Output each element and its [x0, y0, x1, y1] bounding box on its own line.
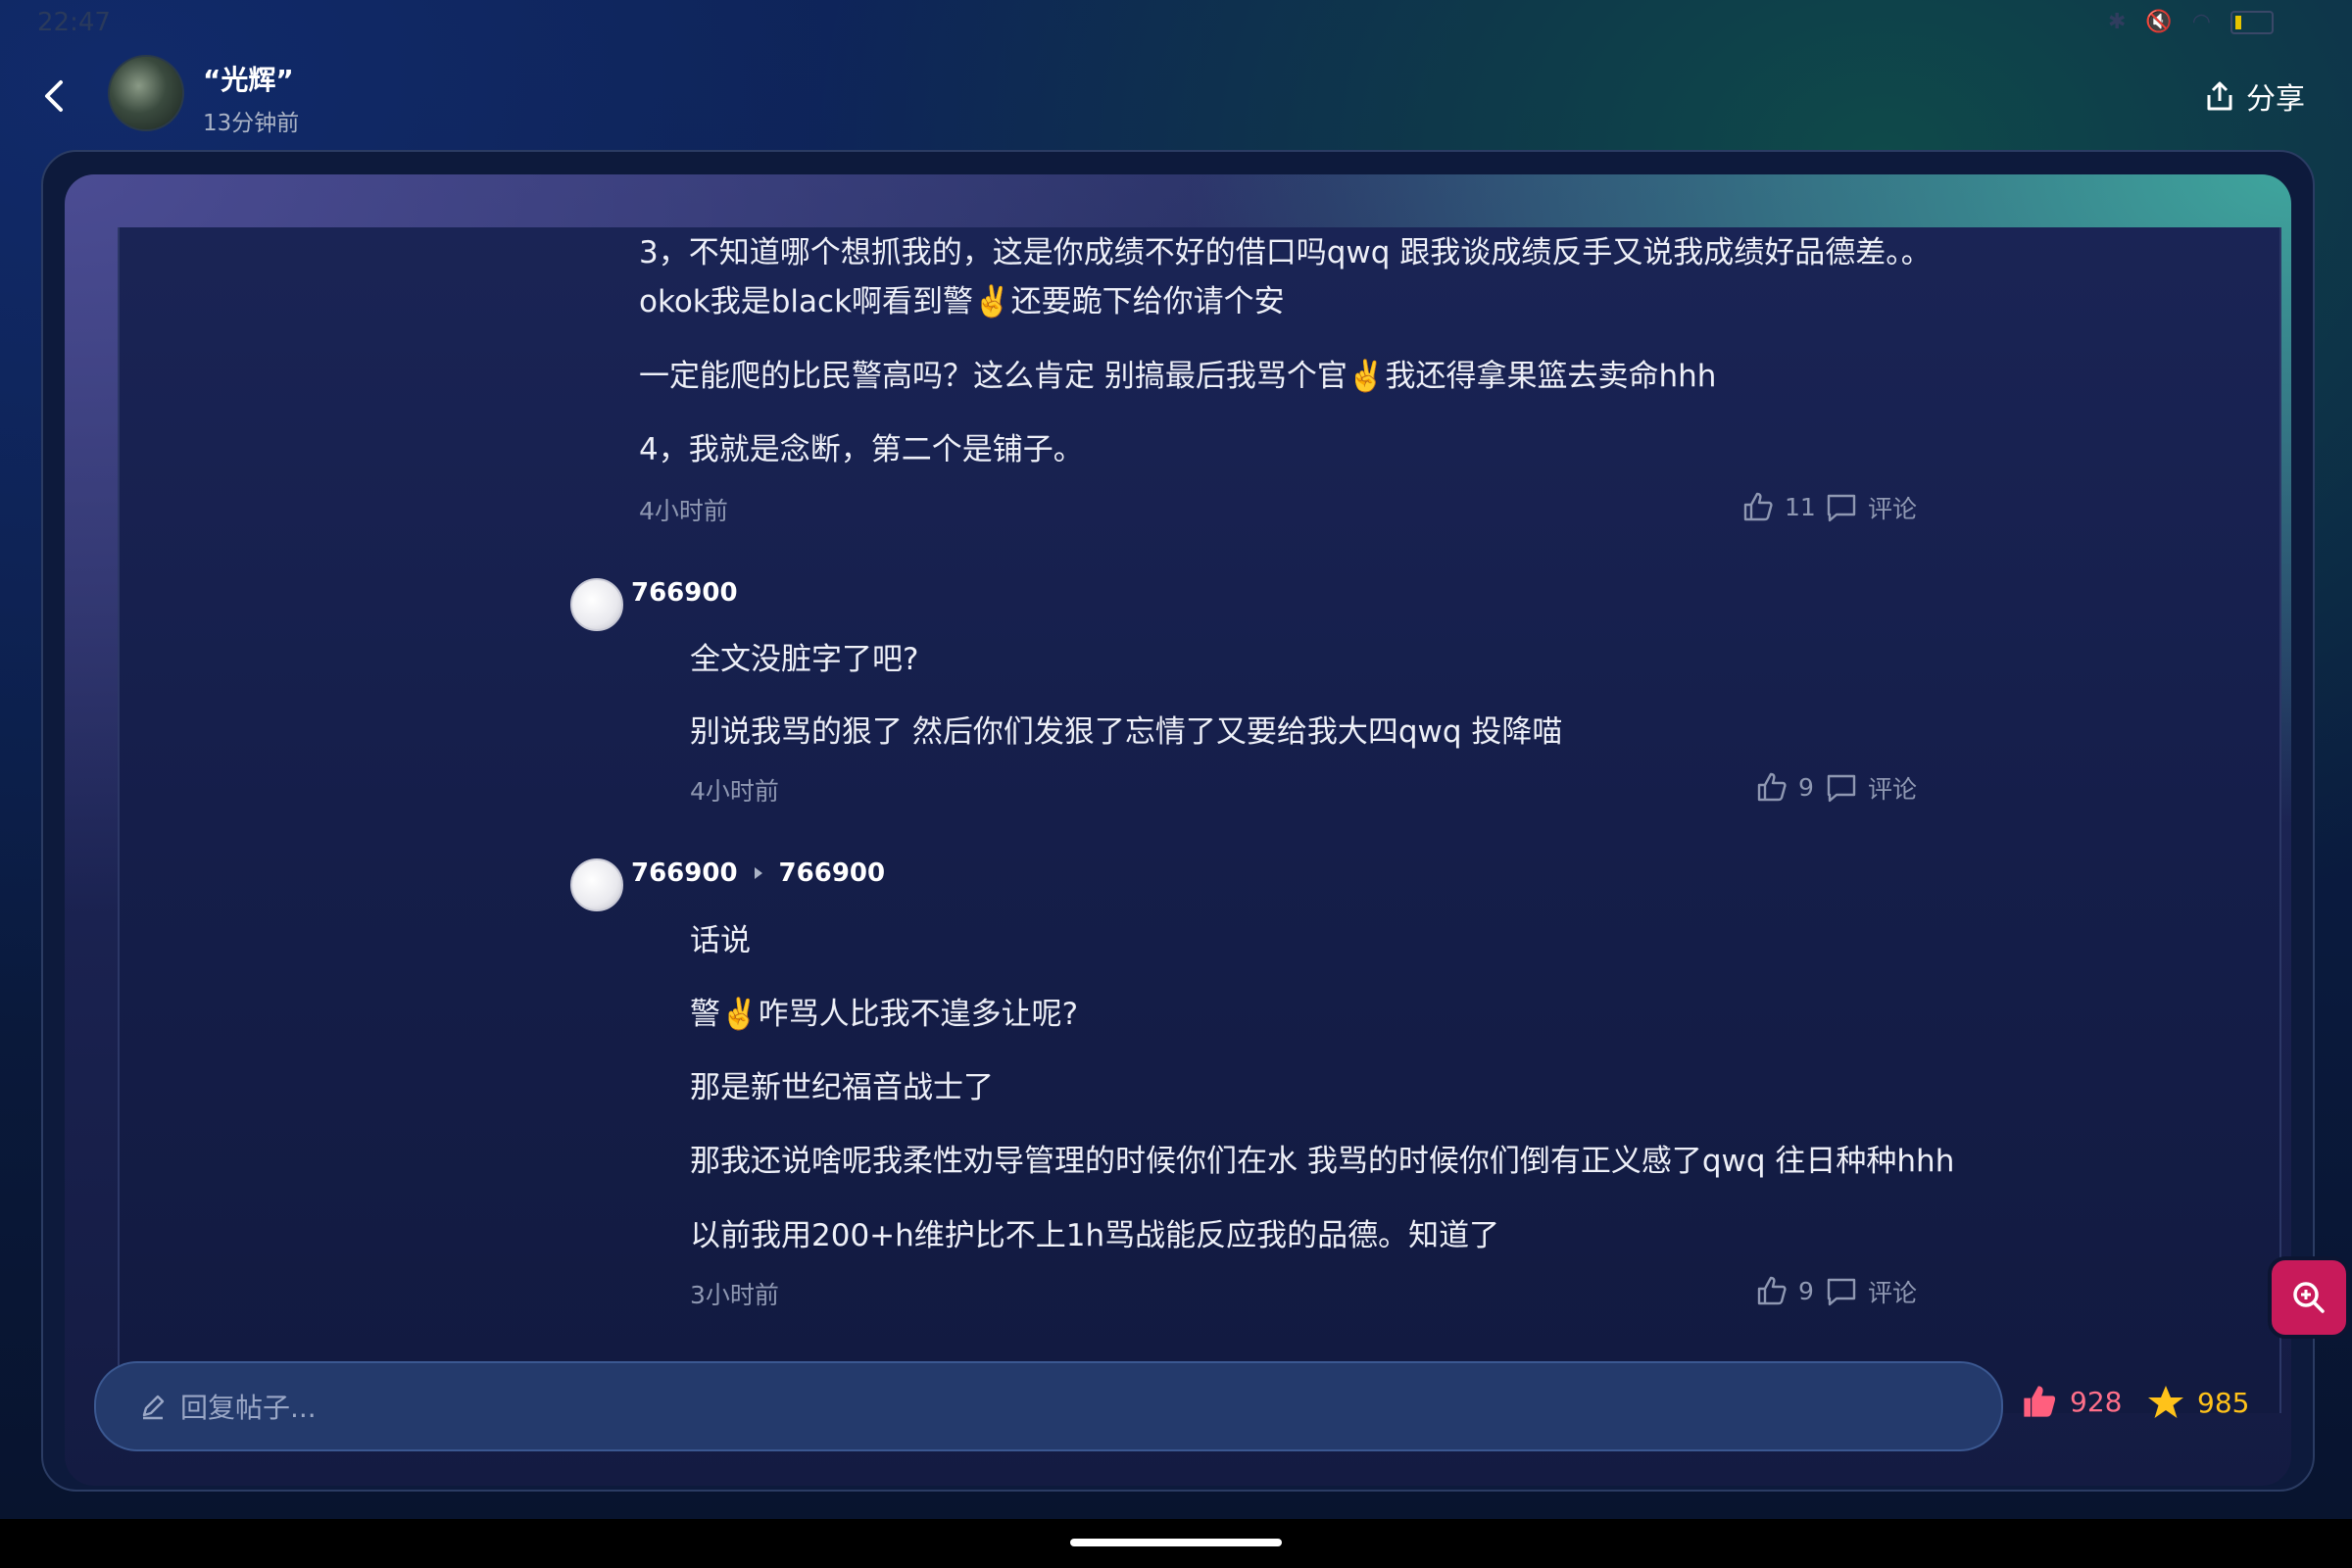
system-nav-bar	[0, 1519, 2352, 1568]
comment-label: 评论	[1868, 1279, 1918, 1307]
comment-icon	[1827, 1278, 1856, 1306]
share-icon	[2207, 81, 2232, 111]
wifi-icon: ◠	[2191, 10, 2211, 34]
like-button[interactable]: 9	[1755, 1274, 1814, 1307]
battery-icon	[2230, 10, 2274, 34]
comment-paragraph: 一定能爬的比民警高吗？这么肯定 别搞最后我骂个官✌️我还得拿果篮去卖命hhh	[639, 359, 1717, 394]
pencil-icon	[142, 1395, 165, 1420]
reply-placeholder: 回复帖子...	[180, 1392, 317, 1424]
comment-button[interactable]: 评论	[1825, 490, 1917, 525]
comment-paragraph: 4，我就是念断，第二个是铺子。	[639, 432, 1084, 467]
username-label: 766900	[631, 578, 738, 608]
bluetooth-icon: ✱	[2107, 10, 2127, 34]
poster-name[interactable]: “光辉”	[203, 59, 294, 98]
avatar[interactable]	[570, 858, 623, 911]
like-count: 11	[1785, 492, 1816, 521]
comment-button[interactable]: 评论	[1825, 1274, 1917, 1309]
comment-paragraph: okok我是black啊看到警✌️还要跪下给你请个安	[639, 284, 1285, 319]
like-count: 9	[1798, 772, 1814, 802]
post-header: “光辉” 13分钟前 分享	[0, 49, 2352, 147]
chevron-left-icon	[45, 80, 63, 112]
star-icon	[2148, 1386, 2183, 1418]
thumbs-up-icon	[1743, 492, 1773, 521]
zoom-button[interactable]	[2268, 1256, 2350, 1339]
comment-time: 3小时前	[690, 1281, 779, 1309]
status-time: 22:47	[37, 8, 111, 37]
comment-time: 4小时前	[639, 497, 728, 525]
comment-username[interactable]: 766900 766900	[631, 858, 885, 888]
comment-paragraph: 以前我用200+h维护比不上1h骂战能反应我的品德。知道了	[690, 1218, 1500, 1253]
post-like-count: 928	[2070, 1385, 2123, 1418]
comment-paragraph: 警✌️咋骂人比我不遑多让呢?	[690, 997, 1079, 1032]
username-label: 766900	[631, 858, 738, 888]
post-card: 3，不知道哪个想抓我的，这是你成绩不好的借口吗qwq 跟我谈成绩反手又说我成绩好…	[41, 150, 2315, 1492]
share-button[interactable]: 分享	[2203, 74, 2305, 118]
comment-paragraph: 那我还说啥呢我柔性劝导管理的时候你们在水 我骂的时候你们倒有正义感了qwq 往日…	[690, 1144, 1955, 1179]
reply-input[interactable]: 回复帖子...	[94, 1361, 2003, 1451]
home-indicator[interactable]	[1070, 1539, 1282, 1546]
comment-thread[interactable]: 3，不知道哪个想抓我的，这是你成绩不好的借口吗qwq 跟我谈成绩反手又说我成绩好…	[118, 227, 2281, 1413]
mute-icon: 🔇	[2145, 10, 2173, 34]
comment-paragraph: 3，不知道哪个想抓我的，这是你成绩不好的借口吗qwq 跟我谈成绩反手又说我成绩好…	[639, 235, 1932, 270]
share-label: 分享	[2246, 82, 2305, 117]
thumbs-up-filled-icon	[2024, 1386, 2056, 1417]
status-bar: 22:47 ✱ 🔇 ◠	[0, 0, 2352, 47]
reply-arrow-icon	[754, 867, 762, 879]
zoom-in-icon	[2293, 1282, 2325, 1313]
post-like-button[interactable]: 928	[2021, 1383, 2122, 1420]
reply-bar: 回复帖子... 928 985	[41, 1348, 2311, 1465]
poster-avatar[interactable]	[108, 55, 184, 131]
post-card-inner: 3，不知道哪个想抓我的，这是你成绩不好的借口吗qwq 跟我谈成绩反手又说我成绩好…	[65, 174, 2291, 1486]
poster-time: 13分钟前	[203, 111, 300, 136]
comment-paragraph: 那是新世纪福音战士了	[690, 1070, 994, 1105]
comment-label: 评论	[1868, 775, 1918, 804]
post-favorite-count: 985	[2197, 1386, 2250, 1419]
post-favorite-button[interactable]: 985	[2146, 1383, 2249, 1422]
thumbs-up-icon	[1757, 1276, 1787, 1305]
thumbs-up-icon	[1757, 772, 1787, 802]
back-button[interactable]	[35, 76, 74, 116]
comment-paragraph: 别说我骂的狠了 然后你们发狠了忘情了又要给我大四qwq 投降喵	[690, 714, 1563, 750]
like-count: 9	[1798, 1276, 1814, 1305]
comment-username[interactable]: 766900	[631, 578, 738, 608]
like-button[interactable]: 9	[1755, 770, 1814, 804]
comment-time: 4小时前	[690, 777, 779, 806]
comment-paragraph: 全文没脏字了吧?	[690, 642, 919, 677]
avatar[interactable]	[570, 578, 623, 631]
status-icons: ✱ 🔇 ◠	[2108, 10, 2274, 34]
comment-icon	[1827, 774, 1856, 803]
like-button[interactable]: 11	[1741, 490, 1816, 523]
reply-to-username[interactable]: 766900	[779, 858, 886, 888]
comment-button[interactable]: 评论	[1825, 770, 1917, 806]
comment-icon	[1827, 494, 1856, 522]
comment-paragraph: 话说	[690, 923, 751, 958]
comment-label: 评论	[1868, 495, 1918, 523]
